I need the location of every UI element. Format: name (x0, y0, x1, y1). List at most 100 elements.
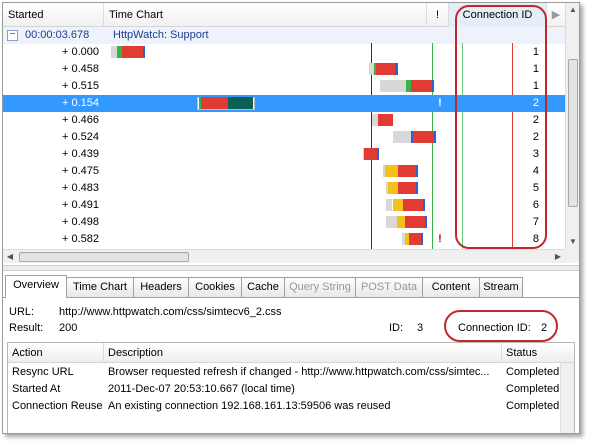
tab-cookies[interactable]: Cookies (188, 277, 242, 297)
scroll-right-icon[interactable]: ▶ (551, 250, 565, 264)
timing-receive-bar (408, 233, 421, 245)
timing-send-bar (422, 199, 426, 211)
timing-receive-bar (375, 63, 396, 75)
timing-send-bar (416, 165, 418, 177)
timing-send-bar (142, 46, 145, 58)
column-header-started[interactable]: Started (3, 3, 104, 27)
tab-query-string[interactable]: Query String (284, 277, 356, 297)
scroll-up-icon[interactable]: ▲ (566, 3, 579, 17)
timing-send-bar (416, 182, 418, 194)
action-description-cell: An existing connection 192.168.161.13:59… (108, 400, 391, 412)
timing-send-bar (420, 233, 423, 245)
timing-receive-bar (122, 46, 143, 58)
request-grid: Started Time Chart ! Connection ID ▶ − 0… (3, 3, 579, 265)
timing-receive-bar (397, 182, 416, 194)
timing-receive-bar (364, 148, 378, 160)
action-action-cell: Started At (12, 383, 61, 395)
timing-receive-bar (405, 216, 426, 228)
url-label: URL: (9, 306, 35, 318)
timing-send-bar (377, 148, 380, 160)
tab-time-chart[interactable]: Time Chart (66, 277, 134, 297)
timing-receive-bar (410, 80, 433, 92)
started-cell: + 0.000 (61, 46, 99, 58)
timing-cached-bar (227, 97, 253, 109)
connection-id-column-callout (455, 5, 547, 249)
column-header-warning[interactable]: ! (427, 3, 449, 27)
result-label: Result: (9, 322, 44, 334)
tab-headers[interactable]: Headers (133, 277, 189, 297)
id-label: ID: (389, 322, 404, 334)
column-header-time-chart[interactable]: Time Chart (104, 3, 427, 27)
started-cell: + 0.515 (61, 80, 99, 92)
result-value: 200 (59, 322, 78, 334)
tab-post-data[interactable]: POST Data (355, 277, 423, 297)
started-cell: + 0.483 (61, 182, 99, 194)
grid-horizontal-scrollbar[interactable]: ◀ ▶ (3, 249, 565, 263)
action-row[interactable]: Started At 2011-Dec-07 20:53:10.667 (loca… (8, 381, 560, 398)
action-description-cell: Browser requested refresh if changed - h… (108, 366, 490, 378)
group-time: 00:00:03.678 (25, 29, 90, 41)
started-cell: + 0.466 (61, 114, 99, 126)
id-value: 3 (417, 322, 424, 334)
timing-blocked-bar (380, 80, 407, 92)
httpwatch-window: Started Time Chart ! Connection ID ▶ − 0… (2, 2, 580, 434)
horizontal-scroll-thumb[interactable] (19, 252, 189, 262)
timing-send-bar (425, 216, 428, 228)
started-cell: + 0.458 (61, 63, 99, 75)
started-cell: + 0.524 (61, 131, 99, 143)
column-header-description[interactable]: Description (104, 343, 502, 363)
started-cell: + 0.439 (61, 148, 99, 160)
actions-table-scrollbar[interactable] (560, 363, 574, 433)
overview-panel: URL: http://www.httpwatch.com/css/simtec… (3, 298, 579, 433)
timing-dns-bar (385, 165, 398, 177)
started-cell: + 0.498 (61, 216, 99, 228)
connection-id-field-callout (444, 310, 558, 342)
actions-table: Action Description Status Resync URL Brow… (7, 342, 575, 433)
action-status-cell: Completed (506, 400, 560, 412)
more-columns-icon[interactable]: ▶ (547, 3, 565, 27)
grid-vertical-scrollbar[interactable]: ▲ ▼ (565, 3, 579, 249)
timing-dns-bar (392, 199, 403, 211)
action-status-cell: Completed (506, 383, 560, 395)
tab-cache[interactable]: Cache (241, 277, 285, 297)
started-cell: + 0.154 (61, 97, 99, 109)
action-status-cell: Completed (506, 366, 560, 378)
collapse-icon[interactable]: − (7, 30, 18, 41)
timing-dns-bar (396, 216, 406, 228)
action-action-cell: Connection Reuse (12, 400, 103, 412)
scroll-down-icon[interactable]: ▼ (566, 235, 579, 249)
timing-send-bar (433, 131, 436, 143)
scroll-left-icon[interactable]: ◀ (3, 250, 17, 264)
timing-send-bar (432, 80, 435, 92)
url-value: http://www.httpwatch.com/css/simtecv6_2.… (59, 306, 282, 318)
action-action-cell: Resync URL (12, 366, 74, 378)
timing-blocked-bar (386, 216, 397, 228)
started-cell: + 0.475 (61, 165, 99, 177)
actions-table-header: Action Description Status (8, 343, 574, 363)
action-row[interactable]: Resync URL Browser requested refresh if c… (8, 364, 560, 381)
warning-icon: ! (438, 97, 442, 109)
timing-dns-bar (387, 182, 398, 194)
tab-stream[interactable]: Stream (479, 277, 523, 297)
tab-overview[interactable]: Overview (5, 275, 67, 298)
scroll-corner (565, 249, 579, 263)
timing-receive-bar (201, 97, 228, 109)
timing-receive-bar (402, 199, 423, 211)
timing-receive-bar (397, 165, 416, 177)
timing-blocked-bar (393, 131, 412, 143)
detail-tabs: Overview Time Chart Headers Cookies Cache Que… (3, 275, 579, 298)
timing-send-bar (395, 63, 398, 75)
tab-content[interactable]: Content (422, 277, 480, 297)
started-cell: + 0.491 (61, 199, 99, 211)
pane-splitter[interactable] (3, 265, 579, 271)
timing-receive-bar (413, 131, 434, 143)
column-header-action[interactable]: Action (8, 343, 104, 363)
action-row[interactable]: Connection Reuse An existing connection 1… (8, 398, 560, 415)
group-name: HttpWatch: Support (113, 29, 209, 41)
scroll-thumb[interactable] (568, 59, 578, 207)
started-cell: + 0.582 (61, 233, 99, 245)
action-description-cell: 2011-Dec-07 20:53:10.667 (local time) (108, 383, 295, 395)
column-header-status[interactable]: Status (502, 343, 574, 363)
timing-receive-bar (378, 114, 394, 126)
warning-icon: ! (438, 233, 442, 245)
